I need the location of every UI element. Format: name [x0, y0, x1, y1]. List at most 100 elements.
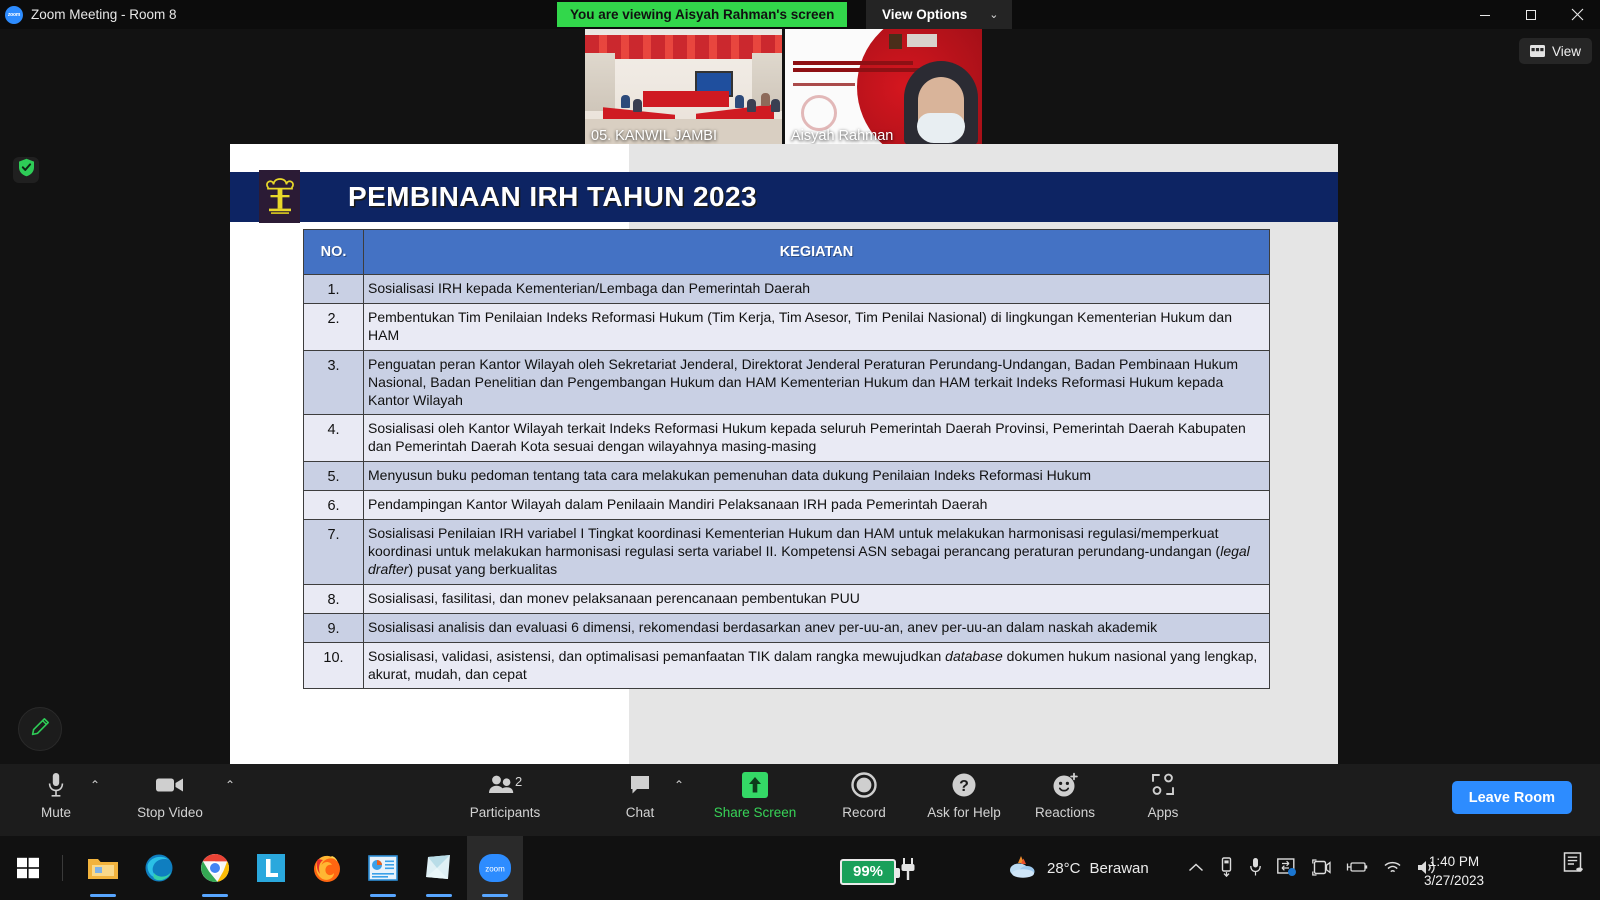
- encryption-status-button[interactable]: [13, 157, 39, 183]
- cell-no: 2.: [303, 302, 364, 351]
- partly-cloudy-icon: [1008, 853, 1038, 883]
- microphone-tray-icon[interactable]: [1249, 857, 1262, 882]
- table-row: 9. Sosialisasi analisis dan evaluasi 6 di…: [303, 612, 1270, 643]
- table-row: 10. Sosialisasi, validasi, asistensi, dan…: [303, 641, 1270, 690]
- mute-label: Mute: [40, 805, 71, 820]
- reactions-label: Reactions: [1034, 805, 1096, 820]
- mozilla-firefox-icon[interactable]: [299, 836, 355, 900]
- people-icon: 2: [488, 770, 522, 800]
- cell-kegiatan: Menyusun buku pedoman tentang tata cara …: [363, 461, 1270, 492]
- table-header-row: NO. KEGIATAN: [303, 229, 1270, 275]
- powerpoint-icon[interactable]: [355, 836, 411, 900]
- audio-options-chevron-icon[interactable]: ⌃: [90, 778, 100, 792]
- pencil-icon: [29, 716, 51, 743]
- video-thumbnail[interactable]: 05. KANWIL JAMBI: [585, 29, 782, 145]
- windows-start-icon[interactable]: [0, 856, 56, 880]
- svg-text:zoom: zoom: [485, 865, 505, 874]
- chat-button[interactable]: Chat: [594, 770, 686, 832]
- cell-kegiatan: Pendampingan Kantor Wilayah dalam Penila…: [363, 490, 1270, 521]
- clock-date: 3/27/2023: [1424, 873, 1485, 889]
- lightshot-icon[interactable]: [243, 836, 299, 900]
- taskbar-clock[interactable]: 1:40 PM 3/27/2023: [1424, 852, 1484, 891]
- slide-title: PEMBINAAN IRH TAHUN 2023: [348, 181, 757, 212]
- cell-kegiatan: Sosialisasi oleh Kantor Wilayah terkait …: [363, 414, 1270, 463]
- shield-check-icon: [18, 158, 35, 182]
- leave-room-button[interactable]: Leave Room: [1451, 781, 1572, 814]
- apps-button[interactable]: Apps: [1117, 770, 1209, 832]
- column-header-kegiatan: KEGIATAN: [363, 229, 1270, 275]
- record-label: Record: [842, 805, 886, 820]
- window-title: Zoom Meeting - Room 8: [31, 7, 177, 22]
- ask-for-help-button[interactable]: ? Ask for Help: [918, 770, 1010, 832]
- file-explorer-icon[interactable]: [75, 836, 131, 900]
- onedrive-icon[interactable]: [1277, 857, 1297, 882]
- shared-screen-content: PEMBINAAN IRH TAHUN 2023 NO. KEGIATAN 1.…: [230, 144, 1338, 766]
- battery-tray-icon[interactable]: [1346, 860, 1368, 879]
- video-options-chevron-icon[interactable]: ⌃: [225, 778, 235, 792]
- wifi-icon[interactable]: [1383, 859, 1402, 880]
- chat-bubble-icon: [629, 770, 651, 800]
- participants-button[interactable]: 2 Participants: [459, 770, 551, 832]
- minimize-button[interactable]: [1462, 0, 1508, 29]
- ask-for-help-label: Ask for Help: [927, 805, 1001, 820]
- ministry-emblem-icon: [259, 170, 300, 223]
- clock-time: 1:40 PM: [1428, 853, 1480, 869]
- chat-options-chevron-icon[interactable]: ⌃: [674, 778, 684, 792]
- zoom-meeting-window: zoom Zoom Meeting - Room 8 You are viewi…: [0, 0, 1600, 900]
- window-title-bar: zoom Zoom Meeting - Room 8 You are viewi…: [0, 0, 1600, 29]
- cell-kegiatan: Sosialisasi IRH kepada Kementerian/Lemba…: [363, 274, 1270, 304]
- cell-no: 5.: [303, 461, 364, 492]
- usb-device-icon[interactable]: [1219, 857, 1234, 882]
- google-chrome-icon[interactable]: [187, 836, 243, 900]
- share-screen-button[interactable]: Share Screen: [709, 770, 801, 832]
- camera-tray-icon[interactable]: [1312, 858, 1331, 881]
- thumbnail-participant-name: Aisyah Rahman: [791, 128, 894, 144]
- view-options-label: View Options: [882, 7, 968, 22]
- window-controls: [1462, 0, 1600, 29]
- cell-no: 8.: [303, 583, 364, 614]
- view-layout-button[interactable]: View: [1518, 38, 1592, 64]
- microsoft-edge-icon[interactable]: [131, 836, 187, 900]
- battery-status[interactable]: 99%: [840, 857, 915, 886]
- stop-video-button[interactable]: Stop Video: [124, 770, 216, 832]
- record-button[interactable]: Record: [818, 770, 910, 832]
- microphone-icon: [46, 770, 66, 800]
- table-row: 2. Pembentukan Tim Penilaian Indeks Refor…: [303, 302, 1270, 351]
- table-row: 6. Pendampingan Kantor Wilayah dalam Peni…: [303, 490, 1270, 521]
- chevron-up-icon[interactable]: [1188, 861, 1204, 879]
- column-header-no: NO.: [303, 229, 364, 275]
- participants-label: Participants: [469, 805, 541, 820]
- mute-button[interactable]: Mute: [10, 770, 102, 832]
- reactions-button[interactable]: Reactions: [1019, 770, 1111, 832]
- video-camera-icon: [155, 770, 185, 800]
- question-mark-icon: ?: [951, 770, 977, 800]
- table-row: 3. Penguatan peran Kantor Wilayah oleh Se…: [303, 349, 1270, 416]
- thumbnail-participant-name: 05. KANWIL JAMBI: [591, 128, 717, 144]
- cell-kegiatan: Sosialisasi Penilaian IRH variabel I Tin…: [363, 519, 1270, 585]
- cell-no: 7.: [303, 519, 364, 585]
- system-tray: [1188, 857, 1436, 882]
- zoom-app-icon[interactable]: zoom: [467, 836, 523, 900]
- smiley-plus-icon: [1052, 770, 1079, 800]
- video-thumbnail[interactable]: Aisyah Rahman: [785, 29, 982, 145]
- windows-taskbar: zoom 99% 28°C Berawan 1:40 PM 3/27/2023: [0, 836, 1600, 900]
- maximize-button[interactable]: [1508, 0, 1554, 29]
- table-row: 8. Sosialisasi, fasilitasi, dan monev pel…: [303, 583, 1270, 614]
- weather-widget[interactable]: 28°C Berawan: [1008, 853, 1149, 883]
- chat-label: Chat: [625, 805, 655, 820]
- activities-table: NO. KEGIATAN 1. Sosialisasi IRH kepada Ke…: [303, 229, 1270, 690]
- share-screen-label: Share Screen: [713, 805, 797, 820]
- cell-kegiatan: Sosialisasi analisis dan evaluasi 6 dime…: [363, 612, 1270, 643]
- weather-condition: Berawan: [1089, 859, 1149, 877]
- annotate-button[interactable]: [18, 707, 62, 751]
- cell-no: 1.: [303, 274, 364, 304]
- notification-center-icon[interactable]: [1562, 851, 1586, 880]
- power-plug-icon: [901, 857, 915, 886]
- cell-no: 6.: [303, 490, 364, 521]
- cell-kegiatan: Penguatan peran Kantor Wilayah oleh Sekr…: [363, 349, 1270, 416]
- sticky-notes-icon[interactable]: [411, 836, 467, 900]
- apps-bracket-icon: [1150, 770, 1176, 800]
- close-button[interactable]: [1554, 0, 1600, 29]
- cell-no: 3.: [303, 349, 364, 416]
- view-options-button[interactable]: View Options ⌄: [866, 0, 1013, 29]
